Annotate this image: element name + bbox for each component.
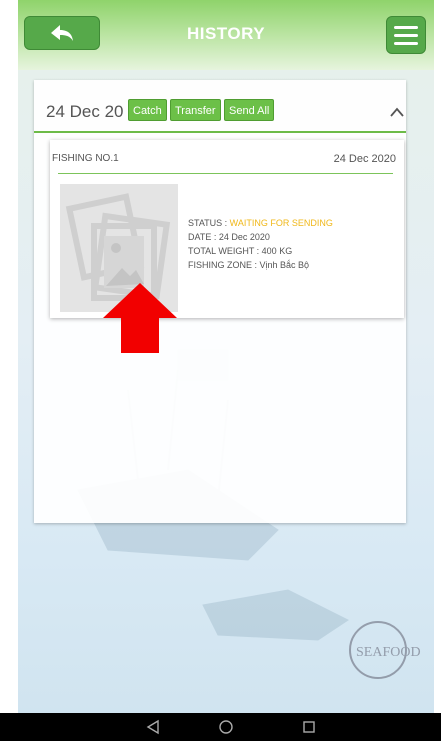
weight-line: TOTAL WEIGHT : 400 KG bbox=[188, 246, 293, 256]
back-button[interactable] bbox=[24, 16, 100, 50]
top-app-bar: HISTORY bbox=[18, 0, 434, 70]
date-line: DATE : 24 Dec 2020 bbox=[188, 232, 270, 242]
record-info: STATUS : WAITING FOR SENDING DATE : 24 D… bbox=[188, 216, 333, 272]
home-circle-icon[interactable] bbox=[218, 719, 234, 735]
divider bbox=[58, 173, 393, 174]
page-title: HISTORY bbox=[186, 24, 266, 43]
record-name: FISHING NO.1 bbox=[52, 153, 119, 164]
svg-text:SEAFOOD: SEAFOOD bbox=[356, 645, 421, 660]
back-arrow-icon bbox=[51, 25, 73, 41]
send-all-button[interactable]: Send All bbox=[224, 99, 275, 121]
recents-square-icon[interactable] bbox=[302, 719, 316, 735]
android-nav-bar bbox=[0, 713, 441, 741]
app-screen: SEAFOOD HISTORY 24 Dec 20 Catch Transfer… bbox=[18, 0, 434, 741]
back-triangle-icon[interactable] bbox=[146, 719, 160, 735]
history-group-header[interactable]: 24 Dec 20 Catch Transfer Send All bbox=[34, 80, 406, 133]
transfer-button[interactable]: Transfer bbox=[170, 99, 221, 121]
record-date: 24 Dec 2020 bbox=[333, 153, 396, 165]
zone-line: FISHING ZONE : Vịnh Bắc Bộ bbox=[188, 260, 310, 270]
status-line: STATUS : WAITING FOR SENDING bbox=[188, 218, 333, 228]
red-up-arrow-annotation bbox=[103, 283, 177, 353]
group-date: 24 Dec 20 bbox=[46, 102, 124, 121]
catch-button[interactable]: Catch bbox=[128, 99, 167, 121]
status-value: WAITING FOR SENDING bbox=[229, 218, 333, 228]
menu-button[interactable] bbox=[386, 16, 426, 54]
chevron-up-icon[interactable] bbox=[390, 105, 404, 119]
history-panel: 24 Dec 20 Catch Transfer Send All FISHIN… bbox=[34, 80, 406, 523]
hamburger-menu-icon bbox=[394, 25, 418, 29]
